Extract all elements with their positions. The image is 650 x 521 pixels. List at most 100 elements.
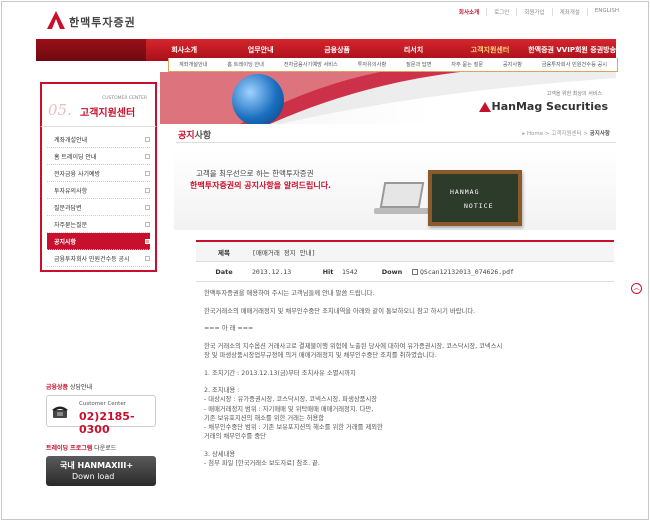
square-bullet-icon	[145, 238, 150, 244]
square-bullet-icon	[145, 187, 150, 193]
logo-text: 한맥투자증권	[69, 16, 136, 29]
utility-links: 회사소개 로그인 회원가입 계좌개설 ENGLISH	[452, 8, 626, 16]
content-line: - 매매거래정지 범위 : 자기매매 및 위탁매매 매매거래정지. 다만,	[204, 405, 374, 413]
board-text-line2: NOTICE	[464, 202, 494, 210]
side-banner-title: 고객지원센터	[80, 108, 136, 119]
util-link-company[interactable]: 회사소개	[452, 8, 486, 16]
page-title-bold: 공지	[178, 131, 195, 141]
square-bullet-icon	[145, 153, 150, 159]
post-info-table: 제목 [매매거래 정지 안내] Date 2013.12.13 Hit 1542…	[196, 240, 614, 282]
subject-value: [매매거래 정지 안내]	[252, 248, 316, 257]
sidebar-item-complaints[interactable]: 금융투자회사 민원건수등 공시	[47, 250, 150, 267]
notice-board-image: HANMAG NOTICE	[428, 170, 522, 226]
hero-brand: HanMag Securities	[478, 100, 608, 113]
sidebar-item-fraud-prevention[interactable]: 전자금융 사기예방	[47, 165, 150, 182]
nav-item-research[interactable]: 리서치	[375, 45, 451, 55]
nav-item-business[interactable]: 업무안내	[222, 45, 298, 55]
subnav-item-complaints[interactable]: 금융투자회사 민원건수등 공시	[542, 61, 607, 68]
util-link-login[interactable]: 로그인	[486, 8, 516, 16]
square-bullet-icon	[145, 255, 150, 261]
subnav-item-fraud-prevention[interactable]: 전자금융사기예방 서비스	[284, 61, 338, 68]
side-banner-number: 05.	[48, 101, 72, 119]
date-value: 2013.12.13	[252, 267, 292, 276]
sidebar-item-qna[interactable]: 질문과답변	[47, 199, 150, 216]
breadcrumb-home[interactable]: Home	[527, 131, 543, 137]
util-link-account[interactable]: 계좌개설	[551, 8, 587, 16]
square-bullet-icon	[145, 170, 150, 176]
customer-center-label: Customer Center	[79, 401, 126, 407]
content-line: 1. 조치기간 : 2013.12.13(금)부터 조치사유 소멸시까지	[204, 369, 356, 377]
content-line: 기존 보유포지션의 해소를 위한 거래는 허용함	[204, 414, 325, 422]
subnav-item-faq[interactable]: 자주 묻는 질문	[451, 61, 483, 68]
sidebar-item-notice[interactable]: 공지사항	[47, 233, 150, 250]
side-banner-caption: CUSTOMER CENTER	[102, 96, 147, 101]
post-content: 한맥투자증권을 애용하여 주시는 고객님들께 안내 말씀 드립니다. 한국거래소…	[204, 289, 596, 468]
notice-banner-line2: 한맥투자증권의 공지사항을 알려드립니다.	[190, 181, 332, 190]
content-line: 한맥투자증권을 애용하여 주시는 고객님들께 안내 말씀 드립니다.	[204, 290, 375, 297]
download-button-line2: Down load	[72, 472, 115, 481]
content-line: 거래의 채무인수를 중단	[204, 432, 266, 440]
hero-tagline: 고객을 위한 최상의 서비스	[546, 91, 602, 97]
sidebar-item-faq[interactable]: 자주묻는질문	[47, 216, 150, 233]
meta-row: Date 2013.12.13 Hit 1542 Down QScan12132…	[196, 262, 614, 282]
content-line: - 채무인수중단 범위 : 기존 보유포지션의 해소를 위한 거래를 제외한	[204, 423, 383, 431]
hero-banner: 고객을 위한 최상의 서비스 HanMag Securities	[160, 72, 616, 124]
down-label: Down	[381, 267, 403, 276]
sidebar-item-label: 전자금융 사기예방	[54, 170, 101, 178]
download-button-line1: 국내 HANMAXIII+	[60, 461, 134, 470]
subject-row: 제목 [매매거래 정지 안내]	[196, 242, 614, 262]
side-banner: CUSTOMER CENTER 05. 고객지원센터	[40, 82, 157, 126]
sidebar-item-account-guide[interactable]: 계좌개설안내	[47, 131, 150, 148]
util-link-join[interactable]: 회원가입	[516, 8, 551, 16]
attachment-link[interactable]: QScan12132013_074626.pdf	[420, 268, 514, 276]
logo[interactable]: 한맥투자증권	[46, 10, 136, 30]
subnav-item-qna[interactable]: 질문과 답변	[406, 61, 432, 68]
cs-head-rest: 상담안내	[70, 384, 93, 391]
sidebar-item-label: 홈 트레이딩 안내	[54, 153, 97, 161]
customer-center-box: 금융상품 상담안내 Customer Center 02)2185-0300	[46, 382, 158, 436]
scroll-top-icon[interactable]: ︿	[631, 283, 642, 294]
sidebar-item-label: 투자유의사항	[54, 187, 88, 195]
sidebar-item-investment-caution[interactable]: 투자유의사항	[47, 182, 150, 199]
download-button[interactable]: 국내 HANMAXIII+ Down load	[46, 456, 156, 486]
laptop-image	[374, 182, 430, 216]
date-label: Date	[215, 267, 233, 276]
hit-label: Hit	[322, 267, 334, 276]
nav-item-vvip-broadcast[interactable]: 한맥증권 VVIP회원 증권방송	[528, 45, 616, 55]
content-line: - 첨부 파일 [한국거래소 보도자료] 참조. 끝.	[204, 459, 320, 467]
subject-label: 제목	[218, 248, 230, 257]
customer-center-phone: 02)2185-0300	[79, 410, 135, 436]
tp-head-rest: 다운로드	[94, 445, 117, 452]
sidebar-item-label: 금융투자회사 민원건수등 공시	[54, 255, 130, 263]
content-line: 한국거래소의 매매거래정지 및 채무인수중단 조치내역을 아래와 같이 통보하오…	[204, 307, 476, 315]
breadcrumb-section[interactable]: 고객지원센터	[551, 131, 581, 137]
square-bullet-icon	[145, 204, 150, 210]
content-line: 3. 상세내용	[204, 450, 236, 458]
content-line: === 아 래 ===	[204, 325, 254, 333]
sub-nav: 계좌개설안내 홈 트레이딩 안내 전자금융사기예방 서비스 투자유의사항 질문과…	[168, 58, 618, 72]
util-link-english[interactable]: ENGLISH	[586, 8, 626, 16]
nav-item-products[interactable]: 금융상품	[299, 45, 375, 55]
board-text-line1: HANMAG	[450, 188, 480, 196]
nav-item-company[interactable]: 회사소개	[146, 45, 222, 55]
content-line: - 대상시장 : 유가증권시장, 코스닥시장, 코넥스시장, 파생상품시장	[204, 396, 378, 404]
content-line: 한국 거래소의 지수옵션 거래사고로 결제불이행 위험에 노출된 당사에 대하여…	[204, 342, 503, 350]
subnav-item-notice[interactable]: 공지사항	[503, 61, 522, 68]
tp-head-bold: 트레이딩 프로그램	[46, 445, 93, 452]
globe-image	[232, 74, 284, 124]
nav-item-customer-center[interactable]: 고객지원센터	[452, 45, 528, 55]
trading-program-box: 트레이딩 프로그램 다운로드 국내 HANMAXIII+ Down load	[46, 443, 158, 486]
nav-left-block	[36, 39, 146, 61]
sidebar-item-label: 자주묻는질문	[54, 221, 88, 229]
customer-center-card: Customer Center 02)2185-0300	[46, 395, 156, 436]
breadcrumb: ▸ Home > 고객지원센터 > 공지사항	[522, 131, 610, 137]
subnav-item-investment-caution[interactable]: 투자유의사항	[358, 61, 387, 68]
cs-head-bold: 금융상품	[46, 384, 69, 391]
content-line: 2. 조치내용 :	[204, 387, 240, 395]
sidebar-item-label: 질문과답변	[54, 204, 82, 212]
subnav-item-home-trading[interactable]: 홈 트레이딩 안내	[227, 61, 264, 68]
sidebar-item-home-trading[interactable]: 홈 트레이딩 안내	[47, 148, 150, 165]
content-line: 장 및 파생상품시장업무규정에 의거 매매거래정지 및 채무인수중단 조치를 취…	[204, 352, 437, 359]
subnav-item-account-guide[interactable]: 계좌개설안내	[179, 61, 208, 68]
page-title-rest: 사항	[194, 131, 212, 141]
